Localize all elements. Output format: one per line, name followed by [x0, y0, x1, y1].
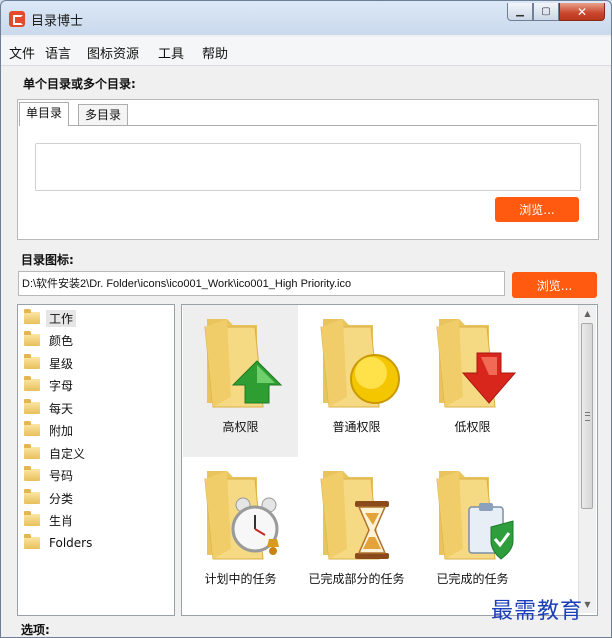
watermark-text: 最需教育: [491, 599, 584, 624]
app-icon: [9, 11, 25, 27]
icon-cell-completed-task[interactable]: 已完成的任务: [415, 457, 530, 609]
window-controls: ▁ ▢ ✕: [507, 3, 605, 23]
maximize-button[interactable]: ▢: [533, 3, 559, 21]
folder-icon: [24, 444, 40, 459]
folder-high-priority-icon: [204, 319, 283, 408]
grip-icon: [585, 412, 590, 421]
scroll-up-icon[interactable]: ▲: [579, 305, 596, 322]
scrollbar-thumb[interactable]: [581, 323, 593, 509]
tree-item-letters[interactable]: 字母: [24, 375, 76, 395]
icon-cell-normal-priority[interactable]: 普通权限: [299, 305, 414, 457]
folder-clipboard-check-icon: [436, 471, 514, 560]
icon-cell-low-priority[interactable]: 低权限: [415, 305, 530, 457]
icon-cell-high-priority[interactable]: 高权限: [183, 305, 298, 457]
tree-item-zodiac[interactable]: 生肖: [24, 510, 76, 530]
minimize-icon: ▁: [516, 6, 524, 17]
category-tree[interactable]: 工作 颜色 星级 字母 每天 附加 自定义 号码 分类 生肖 Folders: [17, 304, 175, 616]
folder-low-priority-icon: [436, 319, 517, 408]
folder-icon: [24, 511, 40, 526]
tree-item-label: 分类: [49, 491, 74, 506]
folder-icon: [24, 331, 40, 346]
icon-path-input[interactable]: D:\软件安装2\Dr. Folder\icons\ico001_Work\ic…: [18, 271, 505, 296]
folder-icon: [24, 421, 40, 436]
tree-item-label: 字母: [49, 378, 74, 393]
icon-label: 计划中的任务: [204, 572, 277, 586]
folder-icon: [24, 534, 40, 549]
browse-icon-label: 浏览...: [536, 278, 573, 293]
tree-item-daily[interactable]: 每天: [24, 398, 76, 418]
folder-icon: [24, 354, 40, 369]
icon-section-label: 目录图标:: [21, 253, 74, 267]
options-section-label: 选项:: [21, 623, 50, 637]
folder-icon: [24, 399, 40, 414]
icon-label: 普通权限: [332, 420, 381, 434]
tree-item-label: 附加: [49, 423, 74, 438]
icon-cell-partially-done[interactable]: 已完成部分的任务: [299, 457, 414, 609]
tree-item-label: 工作: [46, 309, 77, 327]
tree-item-extra[interactable]: 附加: [24, 420, 76, 440]
menu-bar: 文件 语言 图标资源 工具 帮助: [1, 37, 611, 66]
tree-item-work[interactable]: 工作: [24, 308, 77, 328]
folder-icon: [24, 466, 40, 481]
browse-icon-button[interactable]: 浏览...: [512, 272, 597, 298]
menu-help[interactable]: 帮助: [202, 43, 228, 62]
tree-item-label: 自定义: [49, 446, 86, 461]
menu-icon-resources[interactable]: 图标资源: [87, 43, 139, 62]
directory-input[interactable]: [35, 143, 581, 191]
tree-item-label: 颜色: [49, 333, 74, 348]
window-title: 目录博士: [31, 14, 84, 29]
app-window: 目录博士 ▁ ▢ ✕ 文件 语言 图标资源 工具 帮助 单个目录或多个目录: 单…: [0, 0, 612, 638]
tree-item-category[interactable]: 分类: [24, 488, 76, 508]
tree-item-label: 每天: [49, 401, 74, 416]
folder-icon: [24, 489, 40, 504]
tree-item-numbers[interactable]: 号码: [24, 465, 76, 485]
tree-item-folders[interactable]: Folders: [24, 533, 95, 553]
title-bar[interactable]: 目录博士 ▁ ▢ ✕: [1, 1, 611, 35]
tree-item-label: 星级: [49, 356, 74, 371]
close-icon: ✕: [576, 4, 588, 19]
folder-normal-priority-icon: [320, 319, 400, 408]
maximize-icon: ▢: [541, 6, 551, 17]
folder-scheduled-task-icon: [204, 471, 279, 560]
browse-directory-label: 浏览...: [519, 203, 555, 217]
menu-file[interactable]: 文件: [9, 43, 35, 62]
icon-grid-scrollbar[interactable]: ▲ ▼: [578, 305, 596, 613]
icon-label: 高权限: [222, 420, 259, 434]
tree-item-label: Folders: [49, 536, 93, 550]
tree-item-star[interactable]: 星级: [24, 353, 76, 373]
minimize-button[interactable]: ▁: [507, 3, 533, 21]
tree-item-label: 生肖: [49, 513, 74, 528]
folder-hourglass-icon: [320, 471, 389, 560]
tab-multiple-directories[interactable]: 多目录: [78, 104, 129, 126]
browse-directory-button[interactable]: 浏览...: [495, 197, 579, 222]
tree-item-color[interactable]: 颜色: [24, 330, 76, 350]
directories-section-label: 单个目录或多个目录:: [23, 77, 136, 91]
tree-item-label: 号码: [49, 468, 74, 483]
tab-single-directory[interactable]: 单目录: [19, 102, 70, 126]
tree-item-custom[interactable]: 自定义: [24, 443, 88, 463]
folder-icon: [24, 376, 40, 391]
menu-tools[interactable]: 工具: [158, 43, 184, 62]
icon-label: 低权限: [454, 420, 491, 434]
menu-language[interactable]: 语言: [45, 43, 71, 62]
icon-grid: 高权限 普通权限 低权限 计划中的任务 已完成部分的任务 已完成的任务: [181, 304, 598, 616]
folder-icon: [24, 309, 40, 324]
icon-cell-scheduled-task[interactable]: 计划中的任务: [183, 457, 298, 609]
close-button[interactable]: ✕: [559, 3, 605, 21]
icon-label: 已完成的任务: [436, 572, 509, 586]
icon-label: 已完成部分的任务: [308, 572, 405, 586]
